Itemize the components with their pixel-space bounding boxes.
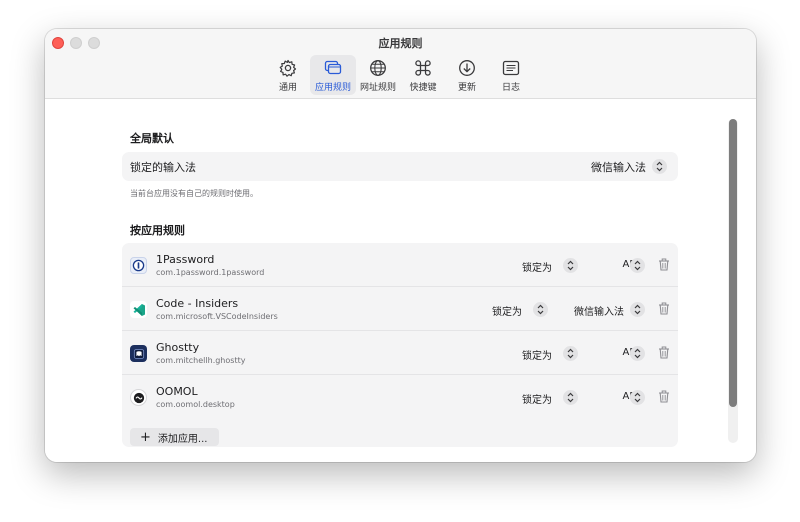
tab-shortcuts-label: 快捷键: [409, 83, 437, 93]
global-section-title: 全局默认: [130, 132, 174, 145]
download-circle-icon: [459, 60, 475, 76]
app-bundle-id: com.1password.1password: [156, 268, 265, 277]
window-title: 应用规则: [378, 37, 423, 50]
plus-icon: +: [140, 429, 151, 445]
global-lock-value: 微信输入法: [591, 161, 646, 174]
tab-url-rules-label: 网址规则: [359, 83, 396, 93]
titlebar: 应用规则 通用 应用规则 网址规则 快捷键 更新 日志: [45, 29, 756, 99]
input-method-picker[interactable]: [630, 258, 645, 273]
tab-shortcuts[interactable]: 快捷键: [400, 55, 446, 95]
app-rules-section-title: 按应用规则: [130, 224, 185, 237]
tab-app-rules-label: 应用规则: [314, 83, 351, 93]
scrollbar-thumb[interactable]: [729, 119, 737, 407]
input-method-picker[interactable]: [630, 302, 645, 317]
app-rule-row-oomol: OOMOL com.oomol.desktop 锁定为 ABC: [122, 375, 678, 419]
app-bundle-id: com.mitchellh.ghostty: [156, 356, 246, 365]
trash-icon[interactable]: [658, 258, 670, 271]
oomol-icon: [130, 389, 147, 406]
chevron-up-down-icon: [567, 392, 574, 403]
app-bundle-id: com.oomol.desktop: [156, 400, 235, 409]
chevron-up-down-icon: [634, 304, 641, 315]
app-windows-icon: [324, 60, 342, 75]
app-name: OOMOL: [156, 385, 198, 398]
lock-label: 锁定为: [522, 395, 552, 406]
tab-update-label: 更新: [457, 83, 476, 93]
settings-window: 应用规则 通用 应用规则 网址规则 快捷键 更新 日志 全局默认 锁定的输入法 …: [45, 29, 756, 462]
input-method-value: 微信输入法: [574, 307, 624, 318]
tab-update[interactable]: 更新: [444, 55, 490, 95]
global-input-method-picker[interactable]: [652, 159, 667, 174]
vscode-insiders-icon: [130, 301, 147, 318]
lock-label: 锁定为: [492, 307, 522, 318]
tab-app-rules[interactable]: 应用规则: [310, 55, 356, 95]
trash-icon[interactable]: [658, 390, 670, 403]
toolbar: 通用 应用规则 网址规则 快捷键 更新 日志: [45, 55, 756, 95]
global-lock-label: 锁定的输入法: [130, 161, 196, 174]
gear-icon: [279, 59, 297, 77]
log-list-icon: [502, 60, 520, 76]
lock-label: 锁定为: [522, 351, 552, 362]
app-name: Code - Insiders: [156, 297, 239, 310]
app-name: Ghostty: [156, 341, 200, 354]
app-rule-row-1password: 1Password com.1password.1password 锁定为 AB…: [122, 243, 678, 287]
input-method-picker[interactable]: [630, 346, 645, 361]
command-icon: [415, 60, 431, 76]
tab-general-label: 通用: [278, 83, 297, 93]
content-area: 全局默认 锁定的输入法 微信输入法 当前台应用没有自己的规则时使用。 按应用规则: [45, 99, 756, 462]
chevron-up-down-icon: [656, 161, 663, 172]
chevron-up-down-icon: [634, 348, 641, 359]
tab-url-rules[interactable]: 网址规则: [355, 55, 401, 95]
lock-label: 锁定为: [522, 263, 552, 274]
app-rule-row-code-insiders: Code - Insiders com.microsoft.VSCodeInsi…: [122, 287, 678, 331]
trash-icon[interactable]: [658, 346, 670, 359]
global-hint: 当前台应用没有自己的规则时使用。: [130, 189, 258, 198]
input-method-picker[interactable]: [630, 390, 645, 405]
chevron-up-down-icon: [537, 304, 544, 315]
tab-log-label: 日志: [501, 83, 520, 93]
app-rules-list: 1Password com.1password.1password 锁定为 AB…: [122, 243, 678, 447]
app-bundle-id: com.microsoft.VSCodeInsiders: [156, 312, 278, 321]
chevron-up-down-icon: [634, 392, 641, 403]
lock-mode-picker[interactable]: [533, 302, 548, 317]
globe-icon: [370, 60, 386, 76]
tab-log[interactable]: 日志: [488, 55, 534, 95]
add-app-button[interactable]: + 添加应用...: [130, 428, 219, 446]
app-rule-row-ghostty: Ghostty com.mitchellh.ghostty 锁定为 ABC: [122, 331, 678, 375]
lock-mode-picker[interactable]: [563, 258, 578, 273]
add-app-label: 添加应用...: [157, 433, 208, 445]
ghostty-icon: [130, 345, 147, 362]
app-name: 1Password: [156, 253, 215, 266]
chevron-up-down-icon: [567, 348, 574, 359]
lock-mode-picker[interactable]: [563, 346, 578, 361]
trash-icon[interactable]: [658, 302, 670, 315]
chevron-up-down-icon: [634, 260, 641, 271]
chevron-up-down-icon: [567, 260, 574, 271]
global-lock-row: 锁定的输入法 微信输入法: [122, 152, 678, 181]
tab-general[interactable]: 通用: [265, 55, 311, 95]
onepassword-icon: [130, 257, 147, 274]
lock-mode-picker[interactable]: [563, 390, 578, 405]
